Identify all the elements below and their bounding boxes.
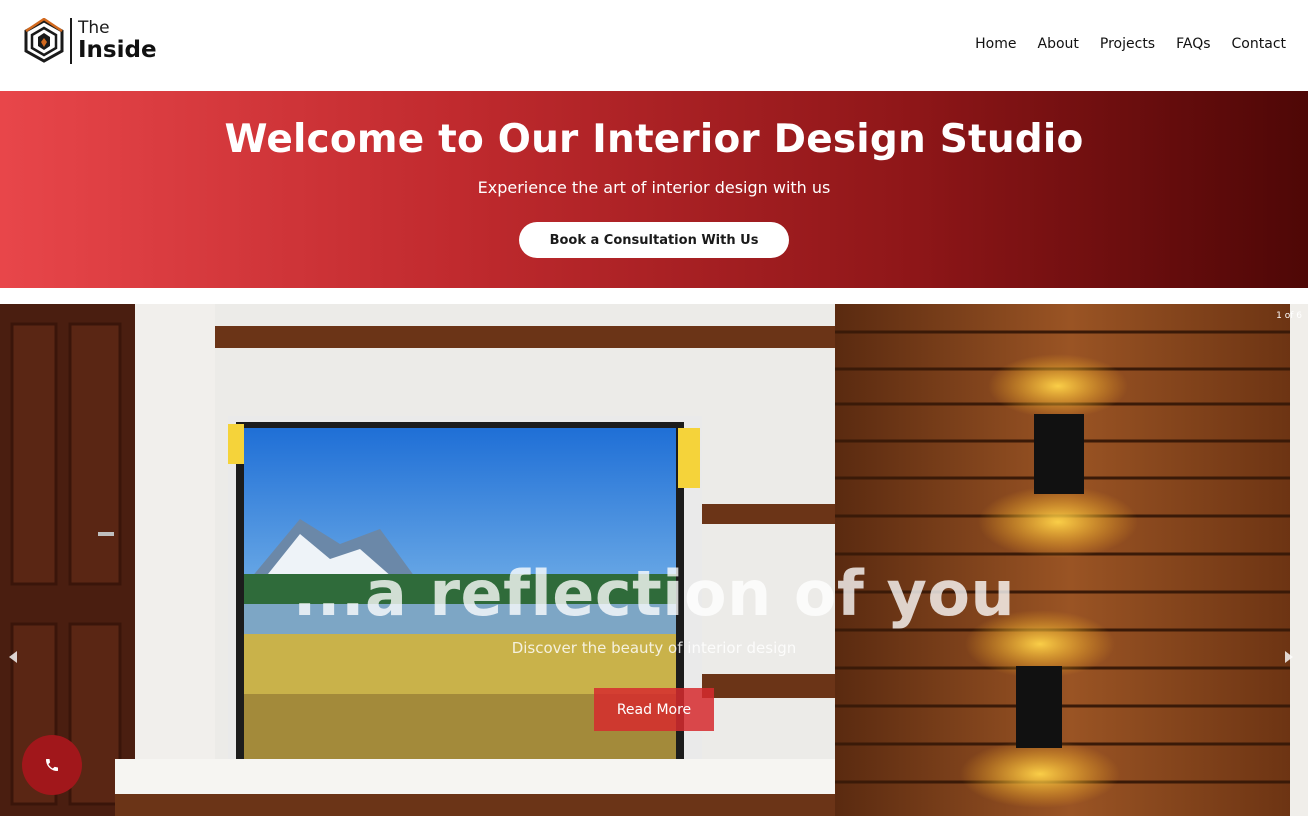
brand-line-2: Inside — [78, 37, 157, 63]
brand-logo[interactable]: The Inside — [22, 18, 157, 64]
main-nav: Home About Projects FAQs Contact — [975, 36, 1286, 52]
chevron-right-icon[interactable] — [1284, 650, 1300, 670]
nav-about-link[interactable]: About — [1038, 36, 1079, 52]
nav-contact-link[interactable]: Contact — [1232, 36, 1286, 52]
slide-heading: ...a reflection of you — [292, 557, 1016, 630]
read-more-button[interactable]: Read More — [594, 688, 714, 731]
house-logo-icon — [24, 18, 64, 63]
nav-home-link[interactable]: Home — [975, 36, 1016, 52]
book-consultation-button[interactable]: Book a Consultation With Us — [519, 222, 789, 258]
image-carousel: 1 of 6 ...a reflection of you Discover t… — [0, 304, 1308, 816]
chevron-left-icon[interactable] — [8, 650, 24, 670]
hero-banner: Welcome to Our Interior Design Studio Ex… — [0, 91, 1308, 288]
slide-counter: 1 of 6 — [1276, 311, 1302, 321]
phone-icon — [46, 759, 58, 771]
site-header: The Inside Home About Projects FAQs Cont… — [0, 0, 1308, 91]
slide-caption: Discover the beauty of interior design — [511, 639, 797, 657]
brand-name: The Inside — [78, 20, 157, 62]
nav-faqs-link[interactable]: FAQs — [1176, 36, 1210, 52]
hero-subtitle: Experience the art of interior design wi… — [477, 178, 831, 197]
nav-projects-link[interactable]: Projects — [1100, 36, 1155, 52]
brand-line-1: The — [78, 18, 110, 38]
hero-title: Welcome to Our Interior Design Studio — [224, 117, 1084, 162]
call-button[interactable] — [22, 735, 82, 795]
logo-divider — [70, 18, 72, 64]
